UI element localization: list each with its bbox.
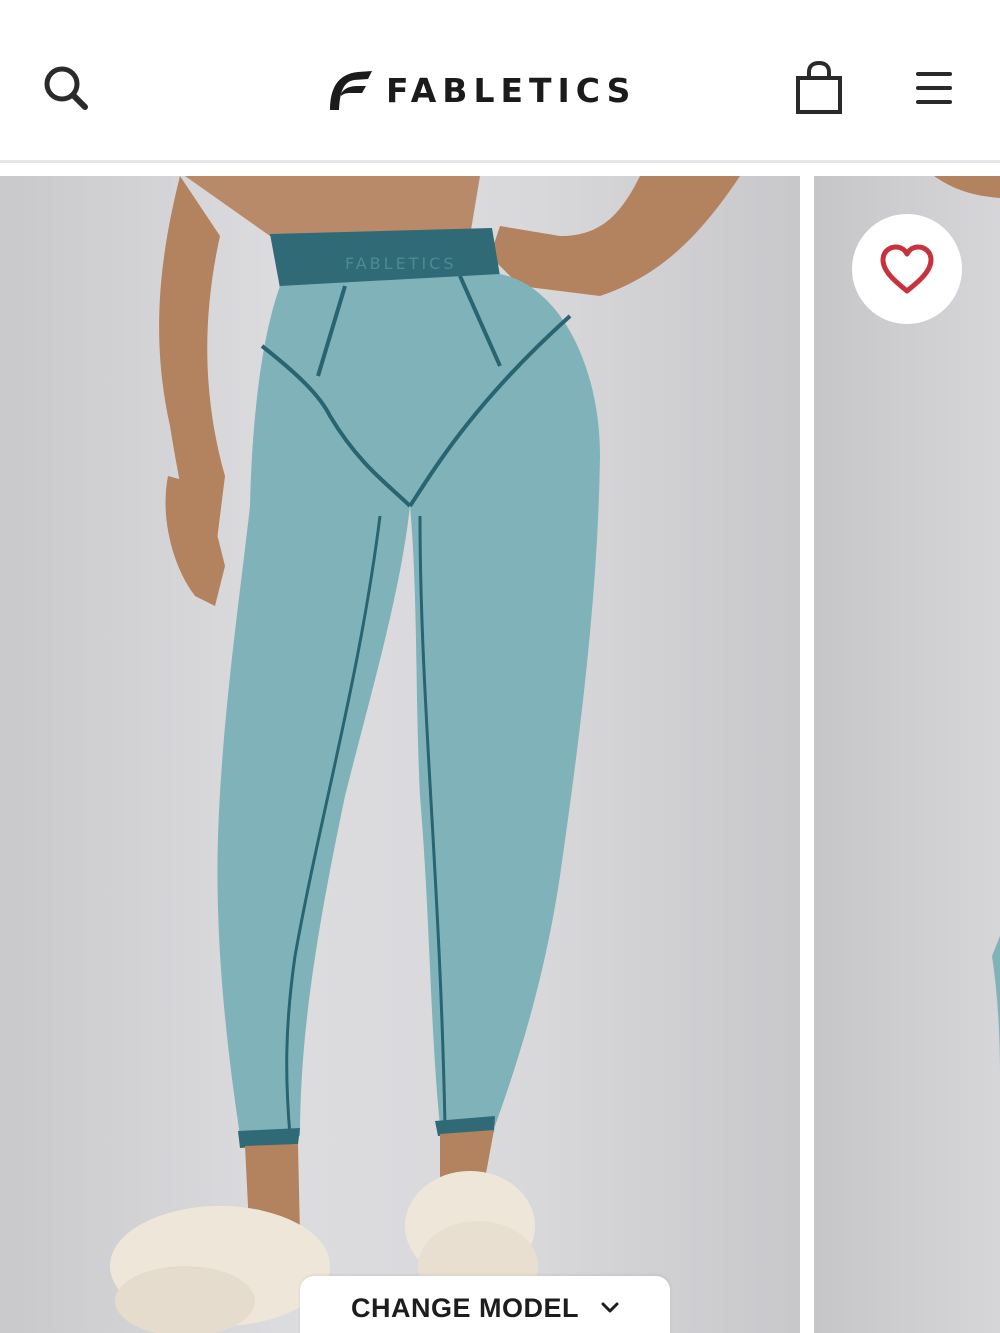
change-model-label: CHANGE MODEL (351, 1292, 579, 1323)
brand-logo[interactable]: FABLETICS (324, 62, 636, 118)
top-header: FABLETICS (0, 0, 1000, 162)
shopping-bag-button[interactable] (792, 60, 846, 116)
heart-icon (880, 244, 934, 294)
product-image-gallery[interactable]: FABLETICS (0, 176, 1000, 1333)
gallery-slide-current[interactable]: FABLETICS (0, 176, 800, 1333)
chevron-down-icon (601, 1302, 619, 1313)
change-model-button[interactable]: CHANGE MODEL (300, 1276, 670, 1333)
search-icon (44, 66, 88, 110)
gallery-slide-next[interactable] (814, 176, 1000, 1333)
brand-name: FABLETICS (386, 70, 637, 110)
fabletics-logo-icon (330, 71, 372, 110)
menu-button[interactable] (912, 66, 958, 110)
search-button[interactable] (40, 62, 92, 114)
waistband-logo-text: FABLETICS (345, 254, 457, 273)
product-photo-leggings: FABLETICS (110, 176, 740, 1333)
next-product-photo (934, 176, 1000, 1076)
header-divider (0, 160, 1000, 163)
favorite-button[interactable] (852, 214, 962, 324)
shopping-bag-icon (796, 60, 842, 114)
hamburger-menu-icon (916, 72, 952, 104)
